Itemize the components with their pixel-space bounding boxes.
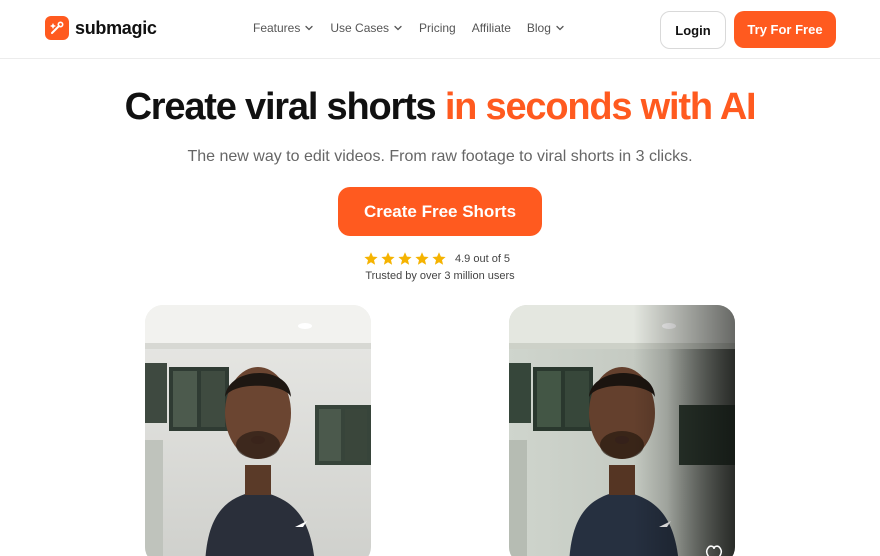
video-before[interactable] (145, 305, 371, 556)
nav-item-use-cases[interactable]: Use Cases (330, 21, 403, 35)
nav-item-label: Features (253, 21, 301, 35)
chevron-down-icon (394, 25, 402, 31)
nav-item-label: Affiliate (471, 21, 511, 35)
video-after-frame (509, 305, 735, 556)
nav-item-affiliate[interactable]: Affiliate (472, 21, 511, 35)
nav-item-blog[interactable]: Blog (527, 21, 565, 35)
star-icon (381, 252, 395, 265)
hero-title: Create viral shorts in seconds with AI (0, 84, 880, 130)
trusted-by-text: Trusted by over 3 million users (365, 270, 515, 282)
chevron-down-icon (556, 25, 564, 31)
brand-logo[interactable]: submagic (45, 16, 157, 40)
top-nav: submagic Features Use Cases Pricing Affi… (0, 0, 880, 59)
nav-item-pricing[interactable]: Pricing (419, 21, 456, 35)
submagic-logo-icon (45, 16, 69, 40)
star-icon (398, 252, 412, 265)
nav-item-label: Use Cases (330, 21, 390, 35)
try-for-free-button[interactable]: Try For Free (734, 11, 836, 48)
rating-stars (363, 251, 447, 267)
login-button[interactable]: Login (660, 11, 726, 49)
brand-name: submagic (75, 17, 157, 38)
chevron-down-icon (305, 25, 314, 31)
rating-row: 4.9 out of 5 (363, 251, 510, 267)
nav-item-label: Blog (526, 21, 551, 35)
create-free-shorts-button[interactable]: Create Free Shorts (338, 187, 542, 236)
star-icon (364, 252, 378, 265)
hero-subtitle: The new way to edit videos. From raw foo… (187, 148, 693, 165)
video-after[interactable] (509, 305, 735, 556)
nav-item-label: Pricing (419, 21, 456, 35)
nav-item-features[interactable]: Features (253, 21, 314, 35)
video-before-frame (145, 305, 371, 556)
hero-title-main: Create viral shorts (124, 86, 437, 128)
main-menu: Features Use Cases Pricing Affiliate Blo… (253, 21, 565, 35)
hero-title-accent: in seconds with AI (444, 86, 757, 128)
star-icon (432, 252, 446, 265)
rating-score: 4.9 out of 5 (455, 253, 511, 265)
star-icon (415, 252, 429, 265)
